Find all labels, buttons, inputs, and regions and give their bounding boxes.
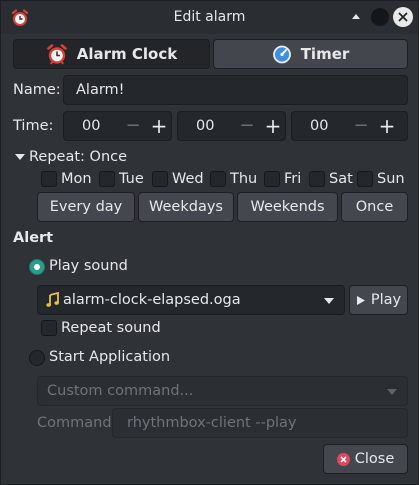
weekdays-button[interactable]: Weekdays xyxy=(138,192,234,222)
play-button[interactable]: Play xyxy=(349,285,408,315)
seconds-decrement-button[interactable]: − xyxy=(350,115,372,137)
dropdown-arrow-icon xyxy=(324,298,334,304)
repeat-expander[interactable]: Repeat: Once xyxy=(15,149,127,165)
checkbox-tue-label: Tue xyxy=(119,171,144,187)
seconds-increment-button[interactable]: + xyxy=(376,115,398,137)
play-icon xyxy=(356,295,365,305)
repeat-sound-label: Repeat sound xyxy=(61,320,161,336)
checkbox-wed[interactable] xyxy=(152,171,168,187)
tab-timer-label: Timer xyxy=(300,45,350,63)
close-button-label: Close xyxy=(354,451,395,467)
keep-above-icon[interactable] xyxy=(347,8,365,26)
checkbox-thu[interactable] xyxy=(210,171,226,187)
close-circle-icon xyxy=(336,452,350,466)
play-button-label: Play xyxy=(370,292,402,308)
checkbox-fri[interactable] xyxy=(264,171,280,187)
edit-alarm-window: Edit alarm Alarm Clock Timer Name: Alarm… xyxy=(0,0,419,485)
tab-alarm-clock[interactable]: Alarm Clock xyxy=(13,39,210,69)
hours-decrement-button[interactable]: − xyxy=(122,115,144,137)
stopwatch-icon xyxy=(272,44,292,64)
hours-spinner[interactable]: 00 − + xyxy=(63,111,172,141)
name-field[interactable]: Alarm! xyxy=(63,75,408,105)
minutes-increment-button[interactable]: + xyxy=(262,115,284,137)
start-application-radio[interactable] xyxy=(29,350,45,366)
start-application-label: Start Application xyxy=(49,349,171,365)
alert-heading: Alert xyxy=(13,230,54,246)
custom-command-select[interactable]: Custom command... xyxy=(37,376,408,406)
dropdown-arrow-icon xyxy=(387,389,397,395)
chevron-down-icon xyxy=(15,154,25,160)
custom-command-placeholder: Custom command... xyxy=(47,383,194,399)
repeat-label: Repeat: Once xyxy=(29,149,128,165)
alarm-clock-icon xyxy=(46,43,68,65)
checkbox-sun[interactable] xyxy=(357,171,373,187)
checkbox-sun-label: Sun xyxy=(377,171,405,187)
every-day-button[interactable]: Every day xyxy=(37,192,135,222)
play-sound-label: Play sound xyxy=(49,258,128,274)
checkbox-wed-label: Wed xyxy=(172,171,204,187)
close-button[interactable]: Close xyxy=(323,444,408,474)
weekends-button[interactable]: Weekends xyxy=(237,192,338,222)
name-label: Name: xyxy=(13,82,61,98)
checkbox-tue[interactable] xyxy=(99,171,115,187)
minutes-value[interactable]: 00 xyxy=(196,118,214,134)
hours-value[interactable]: 00 xyxy=(82,118,100,134)
checkbox-mon[interactable] xyxy=(41,171,57,187)
hours-increment-button[interactable]: + xyxy=(148,115,170,137)
play-sound-radio[interactable] xyxy=(29,259,45,275)
tab-timer[interactable]: Timer xyxy=(213,39,408,69)
seconds-value[interactable]: 00 xyxy=(310,118,328,134)
minutes-spinner[interactable]: 00 − + xyxy=(177,111,286,141)
checkbox-mon-label: Mon xyxy=(61,171,92,187)
sound-file-value: alarm-clock-elapsed.oga xyxy=(63,292,241,308)
tab-alarm-clock-label: Alarm Clock xyxy=(76,45,178,63)
titlebar: Edit alarm xyxy=(1,1,418,34)
checkbox-thu-label: Thu xyxy=(230,171,258,187)
checkbox-sat-label: Sat xyxy=(329,171,353,187)
seconds-spinner[interactable]: 00 − + xyxy=(291,111,408,141)
repeat-sound-checkbox[interactable] xyxy=(41,320,57,336)
close-icon xyxy=(398,12,408,22)
time-label: Time: xyxy=(13,118,54,134)
checkbox-sat[interactable] xyxy=(309,171,325,187)
close-window-button[interactable] xyxy=(393,7,413,27)
checkbox-fri-label: Fri xyxy=(284,171,302,187)
command-field[interactable]: rhythmbox-client --play xyxy=(112,408,408,438)
minutes-decrement-button[interactable]: − xyxy=(236,115,258,137)
command-label: Command: xyxy=(37,415,117,431)
once-button[interactable]: Once xyxy=(341,192,408,222)
music-note-icon xyxy=(46,292,59,307)
sound-file-select[interactable]: alarm-clock-elapsed.oga xyxy=(37,285,345,315)
minimize-button[interactable] xyxy=(371,8,389,26)
